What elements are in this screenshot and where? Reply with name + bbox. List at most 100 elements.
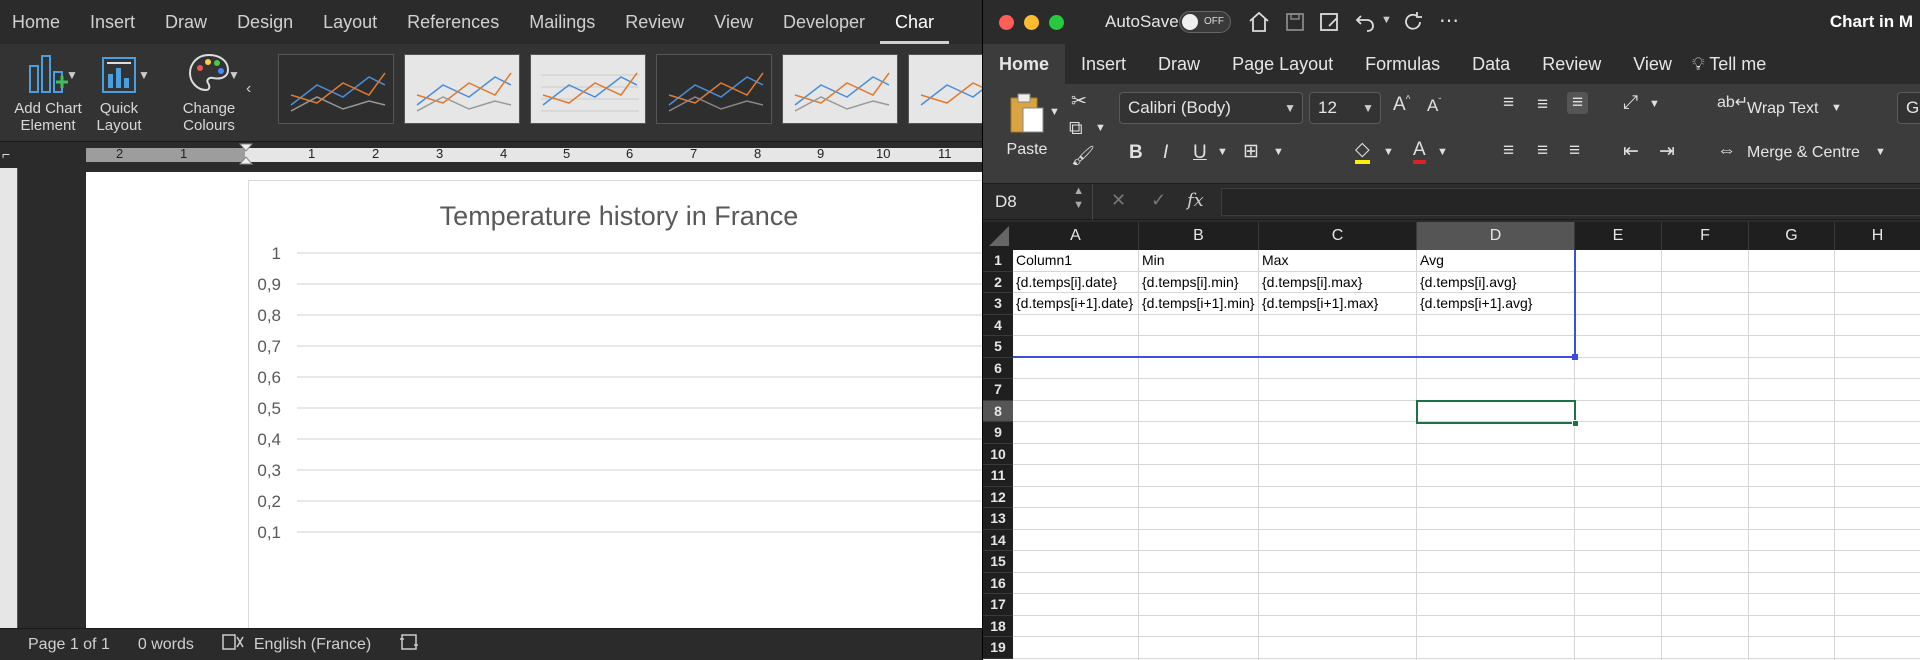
add-chart-chevron-icon[interactable]: ▼	[66, 68, 78, 82]
align-center-icon[interactable]: ≡	[1537, 140, 1548, 162]
column-header-b[interactable]: B	[1139, 222, 1259, 250]
word-tab-insert[interactable]: Insert	[75, 0, 150, 44]
excel-tab-page-layout[interactable]: Page Layout	[1216, 44, 1349, 84]
row-header-5[interactable]: 5	[983, 336, 1013, 358]
column-header-f[interactable]: F	[1662, 222, 1749, 250]
autosave-toggle[interactable]: OFF	[1179, 11, 1231, 33]
increase-indent-icon[interactable]: ⇥	[1659, 140, 1675, 163]
align-left-icon[interactable]: ≡	[1503, 140, 1514, 162]
word-tab-layout[interactable]: Layout	[308, 0, 392, 44]
wrap-text-chevron-icon[interactable]: ▼	[1831, 102, 1842, 114]
chart-style-1[interactable]	[278, 54, 394, 124]
undo-chevron-icon[interactable]: ▼	[1381, 14, 1392, 26]
fill-color-icon[interactable]: ◇	[1355, 140, 1370, 164]
row-header-3[interactable]: 3	[983, 293, 1013, 315]
font-name-dropdown[interactable]: Calibri (Body) ▼	[1119, 92, 1303, 124]
align-bottom-icon[interactable]: ≡	[1567, 92, 1589, 114]
fill-handle[interactable]	[1572, 420, 1579, 427]
row-header-19[interactable]: 19	[983, 637, 1013, 659]
excel-tab-view[interactable]: View	[1617, 44, 1688, 84]
indent-marker-icon[interactable]	[238, 142, 254, 168]
gallery-prev-icon[interactable]: ‹	[246, 80, 251, 98]
home-icon[interactable]	[1247, 10, 1271, 34]
merge-centre-icon[interactable]: ⇔	[1717, 140, 1736, 162]
chart-style-5[interactable]	[782, 54, 898, 124]
format-painter-icon[interactable]: 🖌︎	[1071, 144, 1095, 168]
underline-icon[interactable]: U	[1193, 142, 1207, 164]
word-tab-home[interactable]: Home	[0, 0, 75, 44]
focus-mode-icon[interactable]	[399, 632, 419, 657]
language-indicator[interactable]: English (France)	[254, 636, 371, 654]
decrease-indent-icon[interactable]: ⇤	[1623, 140, 1639, 163]
row-header-8[interactable]: 8	[983, 400, 1013, 422]
save-as-icon[interactable]	[1317, 10, 1341, 34]
spreadsheet-grid[interactable]: A B C D E F G H 1 2 3 4 5 6 7 8 9 10 11 12 13 14 15 16 1…	[983, 222, 1920, 660]
document-page[interactable]: Temperature history in France 1 0,9 0,8 0,7…	[86, 172, 982, 628]
text-orientation-icon[interactable]: ⤢	[1623, 92, 1638, 114]
column-header-d[interactable]: D	[1417, 222, 1575, 250]
copy-icon[interactable]: ⧉	[1069, 118, 1083, 140]
paste-button[interactable]: Paste	[997, 92, 1057, 159]
function-icon[interactable]: fx	[1187, 190, 1204, 211]
row-header-7[interactable]: 7	[983, 379, 1013, 401]
excel-tab-review[interactable]: Review	[1526, 44, 1617, 84]
paste-chevron-icon[interactable]: ▼	[1049, 106, 1060, 118]
cut-icon[interactable]: ✂	[1071, 90, 1087, 113]
row-header-4[interactable]: 4	[983, 314, 1013, 336]
quick-layout-button[interactable]: Quick Layout	[90, 50, 148, 134]
close-window-icon[interactable]	[999, 15, 1014, 30]
selected-cell-d8[interactable]	[1416, 400, 1576, 424]
word-tab-references[interactable]: References	[392, 0, 514, 44]
more-icon[interactable]: ⋯	[1439, 8, 1459, 33]
row-header-13[interactable]: 13	[983, 508, 1013, 530]
align-right-icon[interactable]: ≡	[1569, 140, 1580, 162]
excel-tab-data[interactable]: Data	[1456, 44, 1526, 84]
formula-input[interactable]	[1221, 188, 1920, 216]
borders-icon[interactable]: ⊞	[1243, 140, 1259, 163]
word-tab-design[interactable]: Design	[222, 0, 308, 44]
fill-color-chevron-icon[interactable]: ▼	[1383, 146, 1394, 158]
align-middle-icon[interactable]: ≡	[1537, 94, 1548, 116]
row-header-11[interactable]: 11	[983, 465, 1013, 487]
bold-icon[interactable]: B	[1129, 142, 1143, 164]
save-icon[interactable]	[1283, 10, 1307, 34]
cancel-formula-icon[interactable]: ✕	[1111, 190, 1126, 211]
align-top-icon[interactable]: ≡	[1503, 92, 1514, 114]
merge-centre-chevron-icon[interactable]: ▼	[1875, 146, 1886, 158]
row-header-14[interactable]: 14	[983, 529, 1013, 551]
row-header-16[interactable]: 16	[983, 572, 1013, 594]
change-colours-button[interactable]: Change Colours	[176, 50, 242, 134]
change-colours-chevron-icon[interactable]: ▼	[228, 68, 240, 82]
chart-object[interactable]: Temperature history in France 1 0,9 0,8 0,7…	[248, 180, 982, 628]
select-all-corner[interactable]	[983, 222, 1013, 250]
word-tab-draw[interactable]: Draw	[150, 0, 222, 44]
wrap-text-label[interactable]: Wrap Text	[1747, 100, 1818, 118]
row-header-9[interactable]: 9	[983, 422, 1013, 444]
page-count[interactable]: Page 1 of 1	[28, 636, 110, 654]
table-resize-handle[interactable]	[1572, 354, 1578, 360]
column-header-a[interactable]: A	[1013, 222, 1139, 250]
undo-icon[interactable]	[1353, 10, 1377, 34]
column-header-g[interactable]: G	[1749, 222, 1835, 250]
row-header-18[interactable]: 18	[983, 615, 1013, 637]
row-header-10[interactable]: 10	[983, 443, 1013, 465]
word-tab-mailings[interactable]: Mailings	[514, 0, 610, 44]
name-box[interactable]: D8 ▲ ▼	[983, 184, 1093, 220]
font-color-icon[interactable]: A	[1413, 140, 1426, 164]
row-header-12[interactable]: 12	[983, 486, 1013, 508]
copy-chevron-icon[interactable]: ▼	[1095, 122, 1106, 134]
chart-style-4[interactable]	[656, 54, 772, 124]
row-header-2[interactable]: 2	[983, 271, 1013, 293]
row-header-17[interactable]: 17	[983, 594, 1013, 616]
quick-layout-chevron-icon[interactable]: ▼	[138, 68, 150, 82]
word-tab-view[interactable]: View	[699, 0, 768, 44]
column-header-e[interactable]: E	[1575, 222, 1662, 250]
add-chart-element-button[interactable]: Add Chart Element	[8, 50, 88, 134]
underline-chevron-icon[interactable]: ▼	[1217, 146, 1228, 158]
orientation-chevron-icon[interactable]: ▼	[1649, 98, 1660, 110]
word-tab-chart-design[interactable]: Char	[880, 0, 950, 44]
number-format-dropdown[interactable]: Ge	[1897, 92, 1920, 124]
tell-me-search[interactable]: 💡︎ Tell me	[1688, 44, 1782, 84]
font-color-chevron-icon[interactable]: ▼	[1437, 146, 1448, 158]
row-header-6[interactable]: 6	[983, 357, 1013, 379]
